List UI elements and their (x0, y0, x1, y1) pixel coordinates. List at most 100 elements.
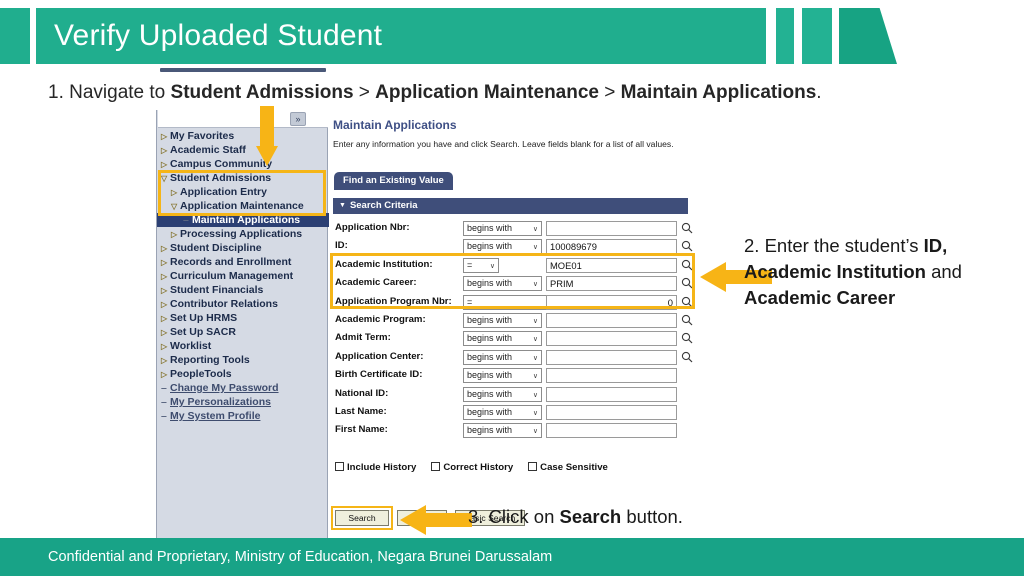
lookup-search-icon[interactable] (681, 351, 693, 363)
lookup-search-icon[interactable] (681, 296, 693, 308)
nav-item-campus-community[interactable]: ▷ Campus Community (157, 157, 329, 171)
operator-select-last-name[interactable]: begins with ∨ (463, 404, 542, 420)
step-2-instruction: 2. Enter the student’s ID, Academic Inst… (744, 233, 1024, 311)
checkbox-case-sensitive[interactable]: Case Sensitive (528, 462, 608, 473)
search-options-row: Include History Correct History Case Sensi… (335, 462, 608, 473)
page-title: Verify Uploaded Student (54, 19, 383, 52)
step-3-bold: Search (559, 506, 622, 527)
field-input-application-center[interactable] (546, 349, 677, 365)
nav-item-records-and-enrollment[interactable]: ▷ Records and Enrollment (157, 255, 329, 269)
chevron-down-icon[interactable]: ∨ (533, 278, 538, 291)
chevron-down-icon[interactable]: ∨ (490, 260, 495, 273)
nav-item-peopletools[interactable]: ▷ PeopleTools (157, 367, 329, 381)
field-input-application-nbr[interactable] (546, 221, 677, 236)
nav-item-contributor-relations[interactable]: ▷ Contributor Relations (157, 297, 329, 311)
lookup-search-icon[interactable] (681, 332, 693, 344)
nav-item-my-favorites[interactable]: ▷ My Favorites (157, 129, 329, 143)
search-button[interactable]: Search (335, 510, 389, 526)
operator-select-application-center[interactable]: begins with ∨ (463, 349, 542, 365)
field-input-admit-term[interactable] (546, 331, 677, 347)
arrow-step-3-stem (424, 513, 472, 527)
nav-item-processing-applications[interactable]: ▷ Processing Applications (157, 227, 329, 241)
field-input-first-name[interactable] (546, 423, 677, 439)
checkbox-box-icon[interactable] (335, 462, 344, 471)
nav-item-application-maintenance[interactable]: ▽ Application Maintenance (157, 199, 329, 213)
step-3-instruction: 3. Click on Search button. (468, 506, 683, 528)
chevron-down-icon[interactable]: ∨ (533, 223, 538, 236)
nav-item-student-financials[interactable]: ▷ Student Financials (157, 283, 329, 297)
operator-select-admit-term[interactable]: begins with ∨ (463, 331, 542, 347)
field-input-academic-program[interactable] (546, 312, 677, 328)
lookup-search-icon[interactable] (681, 277, 693, 289)
operator-select-academic-career[interactable]: begins with ∨ (463, 276, 542, 292)
operator-select-national-id[interactable]: begins with ∨ (463, 386, 542, 402)
chevron-right-icon: ▷ (161, 328, 168, 337)
nav-item-student-discipline[interactable]: ▷ Student Discipline (157, 241, 329, 255)
checkbox-label: Correct History (443, 462, 514, 473)
operator-select-first-name[interactable]: begins with ∨ (463, 423, 542, 439)
chevron-right-icon: ▷ (161, 314, 168, 323)
chevron-down-icon[interactable]: ∨ (533, 425, 538, 438)
expand-menu-icon[interactable]: » (290, 112, 306, 126)
chevron-down-icon[interactable]: ∨ (533, 241, 538, 254)
search-criteria-header[interactable]: ▼ Search Criteria (333, 198, 688, 214)
nav-item-reporting-tools[interactable]: ▷ Reporting Tools (157, 353, 329, 367)
chevron-down-icon[interactable]: ∨ (533, 370, 538, 383)
lookup-search-icon[interactable] (681, 259, 693, 271)
chevron-down-icon[interactable]: ∨ (533, 352, 538, 365)
lookup-search-icon[interactable] (681, 240, 693, 252)
nav-item-curriculum-management[interactable]: ▷ Curriculum Management (157, 269, 329, 283)
step-1-nav-1: Student Admissions (170, 82, 354, 103)
field-input-birth-certificate-id[interactable] (546, 368, 677, 384)
nav-item-set-up-hrms[interactable]: ▷ Set Up HRMS (157, 311, 329, 325)
chevron-down-icon[interactable]: ∨ (533, 389, 538, 402)
form-row-application-nbr: Application Nbr: begins with ∨ (333, 220, 693, 238)
field-label-application-program-nbr: Application Program Nbr: (335, 295, 452, 307)
field-label-application-nbr: Application Nbr: (335, 222, 410, 233)
operator-select-application-nbr[interactable]: begins with ∨ (463, 221, 542, 236)
nav-item-my-system-profile[interactable]: – My System Profile (157, 409, 329, 423)
step-1-prefix: 1. Navigate to (48, 82, 171, 103)
nav-item-worklist[interactable]: ▷ Worklist (157, 339, 329, 353)
header-title-bar: Verify Uploaded Student (36, 8, 766, 64)
nav-item-application-entry[interactable]: ▷ Application Entry (157, 185, 329, 199)
lookup-search-icon[interactable] (681, 314, 693, 326)
tab-find-an-existing-value[interactable]: Find an Existing Value (334, 172, 453, 190)
dash-icon: – (183, 214, 189, 226)
chevron-down-icon[interactable]: ∨ (533, 315, 538, 328)
dash-icon: – (161, 396, 167, 408)
step-2-prefix: 2. Enter the student’s (744, 235, 924, 256)
checkbox-box-icon[interactable] (431, 462, 441, 471)
form-row-application-center: Application Center: begins with ∨ (333, 349, 693, 367)
chevron-down-icon[interactable]: ∨ (533, 333, 538, 346)
operator-select-academic-institution[interactable]: = ∨ (463, 257, 499, 273)
field-input-application-program-nbr[interactable]: 0 (546, 294, 677, 310)
content-subtitle: Enter any information you have and click… (333, 139, 674, 149)
nav-item-set-up-sacr[interactable]: ▷ Set Up SACR (157, 325, 329, 339)
field-input-national-id[interactable] (546, 386, 677, 402)
operator-select-application-program-nbr[interactable]: =∨ (463, 294, 555, 310)
nav-item-academic-staff[interactable]: ▷ Academic Staff (157, 143, 329, 157)
lookup-search-icon[interactable] (681, 222, 693, 234)
chevron-down-icon[interactable]: ∨ (533, 407, 538, 420)
nav-item-change-my-password[interactable]: – Change My Password (157, 381, 329, 395)
step-1-sep-2: > (598, 82, 621, 103)
nav-item-student-admissions[interactable]: ▽ Student Admissions (157, 171, 329, 185)
field-input-academic-institution[interactable]: MOE01 (546, 257, 677, 273)
collapse-caret-icon[interactable]: ▼ (339, 198, 346, 214)
nav-item-maintain-applications[interactable]: – Maintain Applications (157, 213, 329, 227)
operator-select-id[interactable]: begins with ∨ (463, 239, 542, 255)
operator-select-birth-certificate-id[interactable]: begins with ∨ (463, 368, 542, 384)
field-input-id[interactable]: 100089679 (546, 239, 677, 255)
checkbox-include-history[interactable]: Include History (335, 462, 416, 473)
field-input-last-name[interactable] (546, 404, 677, 420)
checkbox-box-icon[interactable] (528, 462, 538, 471)
nav-item-label: My Favorites (170, 130, 235, 142)
checkbox-correct-history[interactable]: Correct History (431, 462, 513, 473)
field-label-national-id: National ID: (335, 387, 389, 399)
operator-select-academic-program[interactable]: begins with ∨ (463, 312, 542, 328)
field-input-academic-career[interactable]: PRIM (546, 276, 677, 292)
nav-item-my-personalizations[interactable]: – My Personalizations (157, 395, 329, 409)
chevron-right-icon: ▷ (171, 188, 178, 197)
operator-value: begins with (467, 278, 513, 289)
